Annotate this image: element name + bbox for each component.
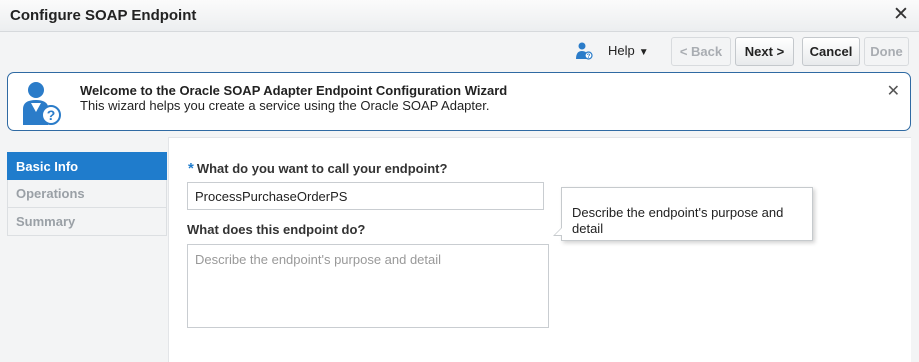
dialog-title: Configure SOAP Endpoint [10, 7, 197, 24]
banner-close-icon[interactable]: ✕ [887, 81, 900, 101]
help-label: Help [608, 43, 635, 58]
endpoint-description-textarea[interactable] [187, 244, 549, 328]
basic-info-panel: * What do you want to call your endpoint?… [168, 137, 911, 362]
next-button[interactable]: Next > [735, 37, 794, 66]
endpoint-name-label: * What do you want to call your endpoint? [188, 160, 447, 177]
caret-down-icon: ▼ [638, 47, 649, 58]
wizard-steps-nav: Basic Info Operations Summary [7, 152, 167, 236]
help-menu-button[interactable]: Help ▼ [602, 39, 655, 63]
banner-title: Welcome to the Oracle SOAP Adapter Endpo… [80, 83, 508, 98]
description-tooltip: Describe the endpoint's purpose and deta… [553, 187, 813, 241]
wizard-help-user-icon: ? [23, 82, 61, 125]
endpoint-description-label: What does this endpoint do? [187, 222, 366, 237]
nav-item-summary[interactable]: Summary [7, 208, 167, 236]
help-user-icon: ? [576, 42, 593, 60]
dialog-titlebar: Configure SOAP Endpoint ✕ [0, 0, 919, 32]
nav-item-basic-info[interactable]: Basic Info [7, 152, 167, 180]
tooltip-text: Describe the endpoint's purpose and deta… [572, 205, 784, 236]
endpoint-name-label-text: What do you want to call your endpoint? [196, 161, 448, 176]
required-marker: * [188, 160, 194, 177]
welcome-banner: ? Welcome to the Oracle SOAP Adapter End… [7, 72, 911, 131]
svg-text:?: ? [587, 54, 591, 60]
close-icon[interactable]: ✕ [891, 4, 911, 26]
done-button[interactable]: Done [864, 37, 909, 66]
tooltip-arrow-fill [555, 228, 562, 235]
wizard-toolbar: ? Help ▼ < Back Next > Cancel Done [0, 33, 919, 69]
nav-item-operations[interactable]: Operations [7, 180, 167, 208]
cancel-button[interactable]: Cancel [802, 37, 860, 66]
banner-text: This wizard helps you create a service u… [80, 98, 490, 113]
endpoint-name-input[interactable] [187, 182, 544, 210]
svg-text:?: ? [47, 107, 56, 123]
back-button[interactable]: < Back [671, 37, 731, 66]
